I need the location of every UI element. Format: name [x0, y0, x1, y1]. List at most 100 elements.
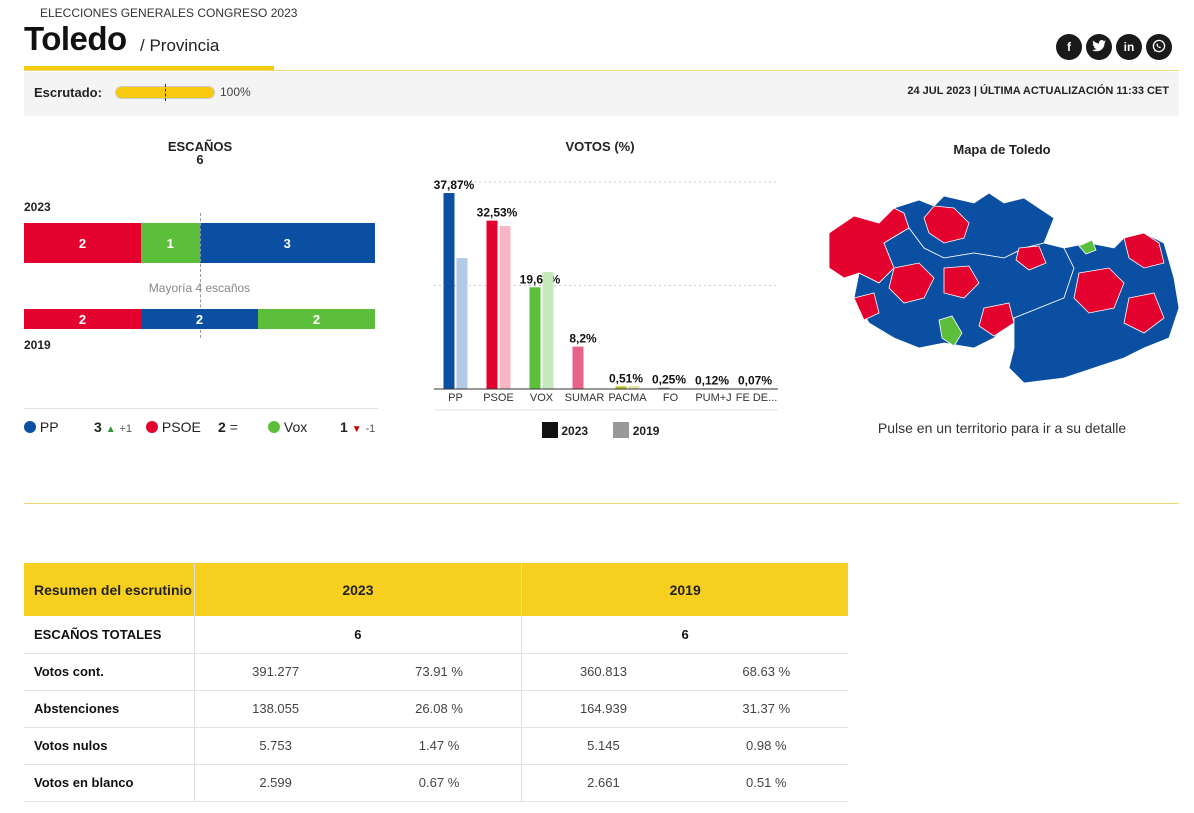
vox-seat-count: 1: [340, 419, 348, 435]
cell-2023-count: 391.277: [193, 653, 357, 691]
table-row: Votos cont. 391.277 73.91 % 360.813 68.6…: [24, 653, 848, 691]
equal-icon: =: [229, 419, 238, 435]
seat-segment-vox: 1: [141, 223, 200, 263]
bar-value-label: 19,66%: [520, 272, 561, 286]
bar-value-label: 8,2%: [569, 332, 597, 346]
seats-title: ESCAÑOS 6: [150, 139, 250, 166]
vox-seat-change: -1: [365, 423, 376, 435]
legend-item-psoe: PSOE: [146, 419, 201, 435]
escrutado-label: Escrutado:: [34, 85, 102, 100]
legend-seats-psoe: 2 =: [218, 419, 238, 435]
up-arrow-icon: ▲: [105, 424, 116, 435]
seat-segment-psoe: 2: [24, 309, 141, 329]
chart-legend: 2023 2019: [542, 422, 659, 438]
last-update: 24 JUL 2023 | ÚLTIMA ACTUALIZACIÓN 11:33…: [907, 85, 1169, 97]
supertitle: ELECCIONES GENERALES CONGRESO 2023: [40, 6, 298, 20]
legend-party-pp: PP: [39, 419, 59, 435]
seat-segment-vox: 2: [258, 309, 375, 329]
facebook-share-button[interactable]: f: [1056, 34, 1082, 60]
legend-divider: [24, 408, 378, 409]
bar-2023: [572, 346, 584, 389]
cell-2019-pct: 0.98 %: [684, 727, 848, 765]
bar-value-label: 0,07%: [738, 374, 772, 388]
x-tick-label: PUM+J: [695, 392, 731, 404]
summary-table: Resumen del escrutinio 2023 2019 ESCAÑOS…: [24, 563, 848, 802]
twitter-icon: [1092, 39, 1106, 55]
seats-total: 6: [196, 152, 204, 167]
progress-marker: [165, 84, 166, 101]
x-tick-label: FE DE...: [736, 392, 778, 404]
table-row: Votos en blanco 2.599 0.67 % 2.661 0.51 …: [24, 764, 848, 802]
table-header-row: Resumen del escrutinio 2023 2019: [24, 563, 848, 616]
table-row: Abstenciones 138.055 26.08 % 164.939 31.…: [24, 690, 848, 728]
year-2023-label: 2023: [24, 200, 51, 214]
bar-value-label: 0,12%: [695, 373, 729, 387]
pp-seat-change: +1: [119, 423, 133, 435]
cell-2023-count: 5.753: [193, 727, 357, 765]
seat-segment-pp: 2: [141, 309, 258, 329]
year-2019-label: 2019: [24, 338, 51, 352]
row-label: Abstenciones: [24, 690, 194, 728]
cell-2023-pct: 1.47 %: [356, 727, 522, 765]
cell-2019-pct: 68.63 %: [684, 653, 848, 691]
bar-2019: [499, 225, 511, 389]
bar-value-label: 0,25%: [652, 373, 686, 387]
votes-title: VOTOS (%): [565, 139, 635, 154]
progress-percent: 100%: [220, 85, 251, 99]
table-header-2019: 2019: [521, 563, 848, 616]
status-bar: Escrutado: 100% 24 JUL 2023 | ÚLTIMA ACT…: [24, 72, 1179, 116]
table-row: Votos nulos 5.753 1.47 % 5.145 0.98 %: [24, 727, 848, 765]
pp-seat-count: 3: [94, 419, 102, 435]
seat-segment-pp: 3: [199, 223, 375, 263]
cell-2023-count: 2.599: [193, 764, 357, 802]
legend-seats-pp: 3 ▲ +1: [94, 419, 132, 435]
psoe-seat-count: 2: [218, 419, 226, 435]
bar-2019: [456, 258, 468, 389]
x-tick-label: PP: [448, 392, 463, 404]
header-divider: [24, 70, 1179, 71]
cell-2023-pct: 26.08 %: [356, 690, 522, 728]
table-header-2023: 2023: [193, 563, 522, 616]
twitter-share-button[interactable]: [1086, 34, 1112, 60]
cell-2023-pct: 0.67 %: [356, 764, 522, 802]
psoe-color-dot: [146, 421, 158, 433]
row-label: Votos en blanco: [24, 764, 194, 802]
row-label: ESCAÑOS TOTALES: [24, 616, 194, 654]
table-row: ESCAÑOS TOTALES 6 6: [24, 616, 848, 654]
page-subtitle: / Provincia: [140, 36, 220, 55]
bar-2023: [529, 287, 541, 389]
bar-value-label: 0,51%: [609, 371, 643, 385]
whatsapp-share-button[interactable]: [1146, 34, 1172, 60]
map-title: Mapa de Toledo: [953, 142, 1051, 157]
row-label: Votos nulos: [24, 727, 194, 765]
linkedin-icon: in: [1123, 40, 1135, 54]
legend-party-psoe: PSOE: [161, 419, 201, 435]
cell-2023-pct: 73.91 %: [356, 653, 522, 691]
page-title: Toledo: [24, 20, 127, 57]
table-header-label: Resumen del escrutinio: [24, 563, 194, 616]
legend-2023-label: 2023: [561, 424, 589, 438]
cell-2019-count: 164.939: [521, 690, 685, 728]
toledo-map[interactable]: [824, 188, 1180, 388]
votes-bar-chart: 37,87% PP 32,53% PSOE 19,66% VOX 8,2% SUMAR 0,51…: [434, 178, 778, 411]
bar-value-label: 32,53%: [477, 206, 518, 220]
pp-color-dot: [24, 421, 36, 433]
section-divider: [24, 503, 1179, 504]
legend-item-pp: PP: [24, 419, 59, 435]
legend-2019-label: 2019: [632, 424, 660, 438]
legend-party-vox: Vox: [283, 419, 308, 435]
row-label: Votos cont.: [24, 653, 194, 691]
seat-segment-psoe: 2: [24, 223, 141, 263]
down-arrow-icon: ▼: [351, 424, 362, 435]
bar-2019: [542, 272, 554, 389]
cell-2023: 6: [193, 616, 522, 654]
cell-2019-pct: 0.51 %: [684, 764, 848, 802]
x-tick-label: PSOE: [483, 392, 514, 404]
linkedin-share-button[interactable]: in: [1116, 34, 1142, 60]
vox-color-dot: [268, 421, 280, 433]
legend-2019-swatch: [613, 422, 630, 438]
facebook-icon: f: [1067, 40, 1071, 54]
legend-item-vox: Vox: [268, 419, 307, 435]
map-caption: Pulse en un territorio para ir a su deta…: [877, 420, 1127, 436]
bar-2023: [443, 193, 455, 389]
